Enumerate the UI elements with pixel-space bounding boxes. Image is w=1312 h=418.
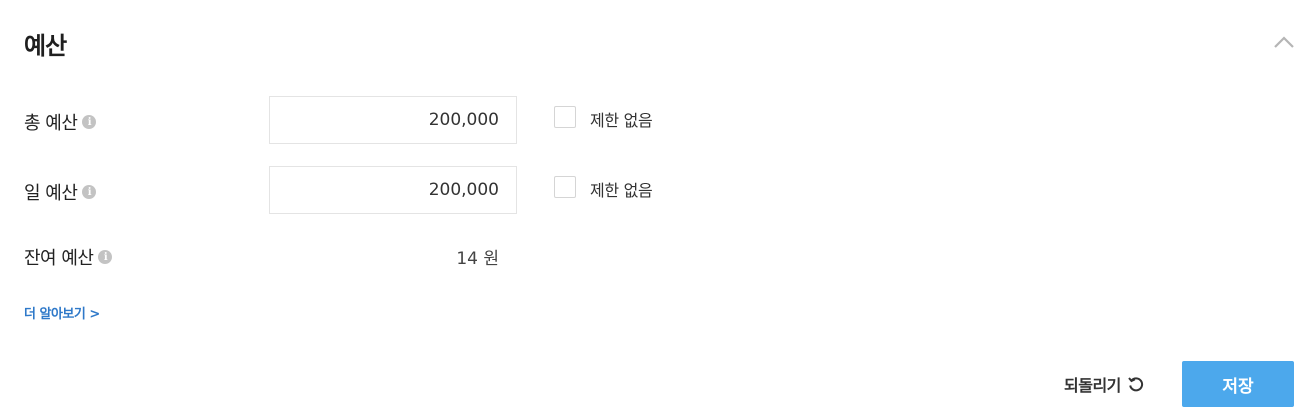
daily-budget-label-text: 일 예산	[24, 183, 78, 204]
total-budget-label-text: 총 예산	[24, 113, 78, 134]
remaining-budget-label: 잔여 예산 i	[24, 244, 113, 270]
revert-button-label: 되돌리기	[1064, 376, 1121, 395]
revert-button[interactable]: 되돌리기	[1064, 372, 1145, 396]
section-title: 예산	[24, 32, 67, 60]
daily-no-limit-label[interactable]: 제한 없음	[590, 177, 653, 201]
total-budget-label: 총 예산 i	[24, 109, 97, 135]
total-no-limit-label[interactable]: 제한 없음	[590, 107, 653, 131]
remaining-budget-value: 14 원	[456, 249, 499, 269]
info-icon[interactable]: i	[82, 185, 97, 199]
daily-no-limit-checkbox[interactable]	[554, 176, 576, 198]
info-icon[interactable]: i	[82, 115, 97, 129]
chevron-up-icon[interactable]	[1270, 30, 1298, 54]
daily-budget-input[interactable]	[269, 166, 517, 214]
save-button[interactable]: 저장	[1182, 361, 1294, 407]
total-budget-input[interactable]	[269, 96, 517, 144]
undo-icon	[1128, 377, 1143, 392]
remaining-budget-label-text: 잔여 예산	[24, 248, 94, 269]
info-icon[interactable]: i	[98, 250, 113, 264]
daily-budget-label: 일 예산 i	[24, 179, 97, 205]
total-no-limit-checkbox[interactable]	[554, 106, 576, 128]
learn-more-link[interactable]: 더 알아보기 >	[24, 303, 100, 322]
